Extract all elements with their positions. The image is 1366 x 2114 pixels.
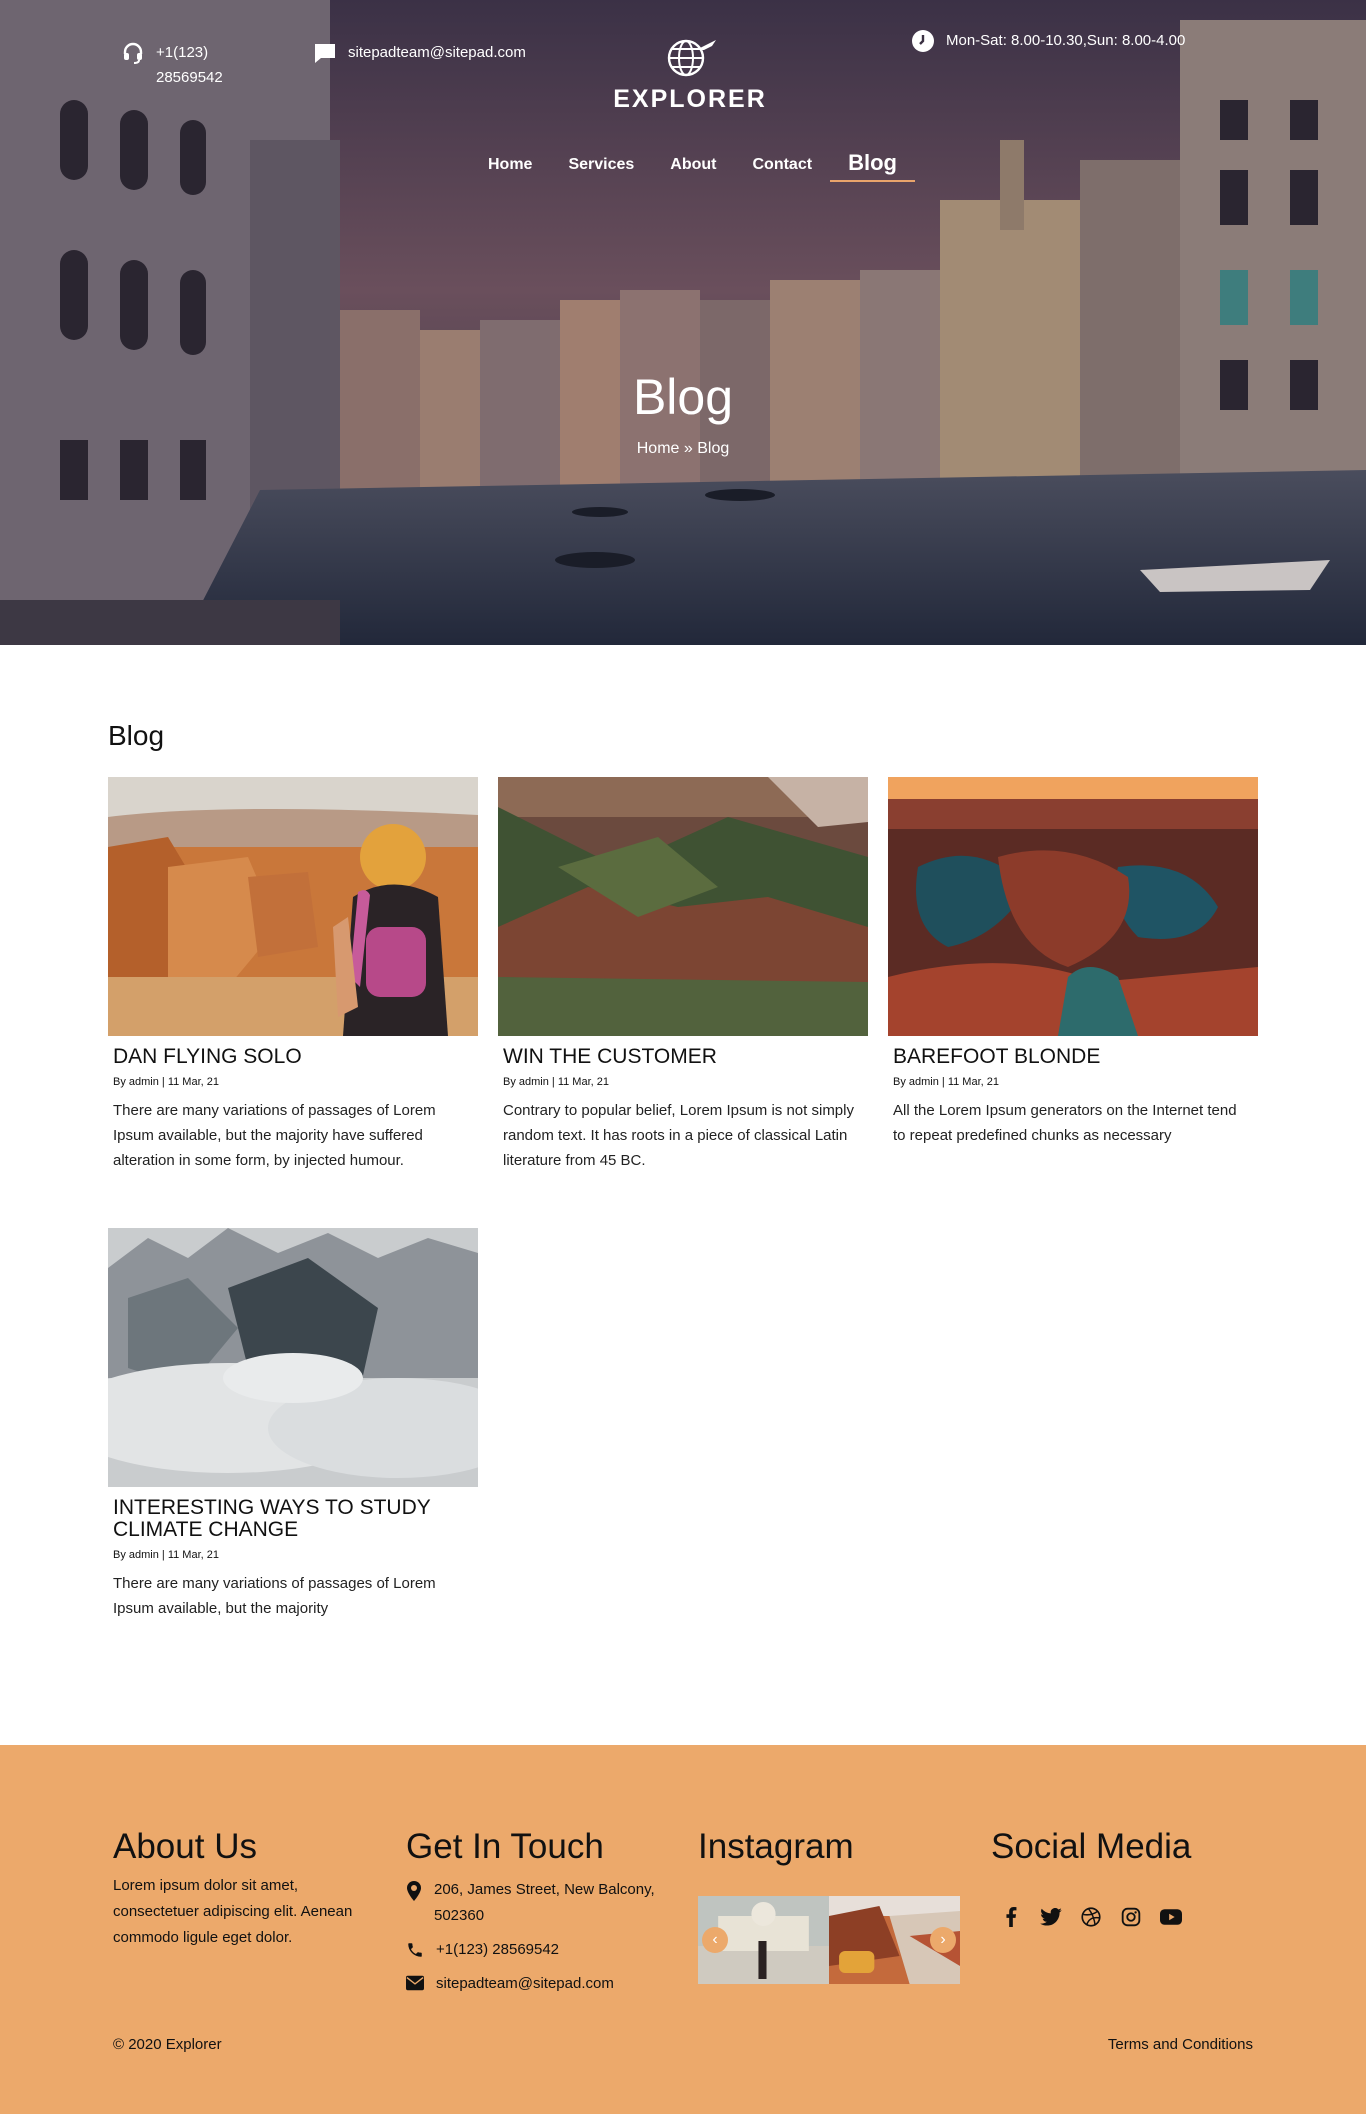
header-hours: Mon-Sat: 8.00-10.30,Sun: 8.00-4.00 [910, 28, 1185, 54]
copyright: © 2020 Explorer [113, 2036, 222, 2053]
footer-about: About Us Lorem ipsum dolor sit amet, con… [113, 1827, 373, 1951]
header-email[interactable]: sitepadteam@sitepad.com [312, 40, 526, 66]
logo-text: EXPLORER [613, 85, 767, 113]
chat-icon [312, 40, 338, 66]
instagram-icon[interactable] [1120, 1906, 1142, 1928]
nav-home[interactable]: Home [470, 152, 550, 182]
clock-icon [910, 28, 936, 54]
post-meta: By admin | 11 Mar, 21 [113, 1549, 219, 1561]
envelope-icon [406, 1975, 424, 1991]
footer-instagram: Instagram [698, 1827, 854, 1867]
footer-contact-title: Get In Touch [406, 1827, 604, 1866]
footer-email[interactable]: sitepadteam@sitepad.com [406, 1971, 676, 1997]
footer-social: Social Media [991, 1827, 1191, 1867]
nav-contact[interactable]: Contact [735, 152, 831, 182]
breadcrumb-current: Blog [697, 440, 730, 457]
post-title[interactable]: INTERESTING WAYS TO STUDY CLIMATE CHANGE [113, 1497, 473, 1541]
page-title: Blog [632, 369, 734, 425]
post-image[interactable] [498, 777, 868, 1036]
nav-about[interactable]: About [652, 152, 734, 182]
nav-blog[interactable]: Blog [830, 146, 915, 182]
post-meta: By admin | 11 Mar, 21 [503, 1076, 609, 1088]
post-excerpt: All the Lorem Ipsum generators on the In… [893, 1102, 1237, 1144]
twitter-icon[interactable] [1040, 1906, 1062, 1928]
post-title[interactable]: DAN FLYING SOLO [113, 1046, 473, 1068]
blog-card[interactable]: INTERESTING WAYS TO STUDY CLIMATE CHANGE… [108, 1228, 478, 1621]
header-email-text: sitepadteam@sitepad.com [348, 44, 526, 61]
footer-instagram-title: Instagram [698, 1827, 854, 1866]
social-links [1000, 1906, 1182, 1928]
post-meta: By admin | 11 Mar, 21 [113, 1076, 219, 1088]
phone-icon [406, 1941, 424, 1959]
footer-social-title: Social Media [991, 1827, 1192, 1866]
post-title[interactable]: BAREFOOT BLONDE [893, 1046, 1253, 1068]
footer-phone-text: +1(123) 28569542 [436, 1941, 560, 1958]
dribbble-icon[interactable] [1080, 1906, 1102, 1928]
facebook-icon[interactable] [1000, 1906, 1022, 1928]
breadcrumb: Home » Blog [0, 440, 1366, 458]
post-meta: By admin | 11 Mar, 21 [893, 1076, 999, 1088]
blog-section-title: Blog [108, 720, 165, 751]
breadcrumb-separator: » [683, 440, 693, 457]
main-nav: Home Services About Contact Blog [470, 146, 915, 182]
post-excerpt: There are many variations of passages of… [113, 1575, 436, 1617]
footer-about-title: About Us [113, 1827, 257, 1866]
instagram-carousel[interactable]: ‹ › [698, 1896, 960, 1984]
youtube-icon[interactable] [1160, 1906, 1182, 1928]
footer-contact: Get In Touch 206, James Street, New Balc… [406, 1827, 676, 1997]
post-excerpt: Contrary to popular belief, Lorem Ipsum … [503, 1102, 854, 1169]
post-title[interactable]: WIN THE CUSTOMER [503, 1046, 863, 1068]
footer-phone[interactable]: +1(123) 28569542 [406, 1937, 676, 1963]
post-excerpt: There are many variations of passages of… [113, 1102, 436, 1169]
breadcrumb-home[interactable]: Home [637, 440, 680, 457]
footer-about-text: Lorem ipsum dolor sit amet, consectetuer… [113, 1877, 353, 1946]
footer-address-text: 206, James Street, New Balcony, 502360 [434, 1881, 655, 1924]
headset-icon [120, 40, 146, 66]
carousel-next-button[interactable]: › [930, 1927, 956, 1953]
nav-services[interactable]: Services [550, 152, 652, 182]
footer-email-text: sitepadteam@sitepad.com [436, 1975, 614, 1992]
hero-banner: +1(123) 28569542 sitepadteam@sitepad.com… [0, 0, 1366, 645]
footer-address: 206, James Street, New Balcony, 502360 [406, 1877, 676, 1929]
header-phone-text: +1(123) 28569542 [156, 44, 223, 86]
terms-link[interactable]: Terms and Conditions [1108, 2036, 1253, 2053]
header-hours-text: Mon-Sat: 8.00-10.30,Sun: 8.00-4.00 [946, 32, 1186, 49]
blog-card[interactable]: WIN THE CUSTOMER By admin | 11 Mar, 21 C… [498, 777, 868, 1173]
post-image[interactable] [108, 1228, 478, 1487]
map-pin-icon [406, 1881, 422, 1901]
blog-card[interactable]: BAREFOOT BLONDE By admin | 11 Mar, 21 Al… [888, 777, 1258, 1148]
globe-plane-icon [667, 39, 716, 77]
carousel-prev-button[interactable]: ‹ [702, 1927, 728, 1953]
header-phone[interactable]: +1(123) 28569542 [120, 40, 236, 90]
post-image[interactable] [108, 777, 478, 1036]
site-logo[interactable]: EXPLORER [612, 36, 768, 114]
post-image[interactable] [888, 777, 1258, 1036]
blog-card[interactable]: DAN FLYING SOLO By admin | 11 Mar, 21 Th… [108, 777, 478, 1173]
